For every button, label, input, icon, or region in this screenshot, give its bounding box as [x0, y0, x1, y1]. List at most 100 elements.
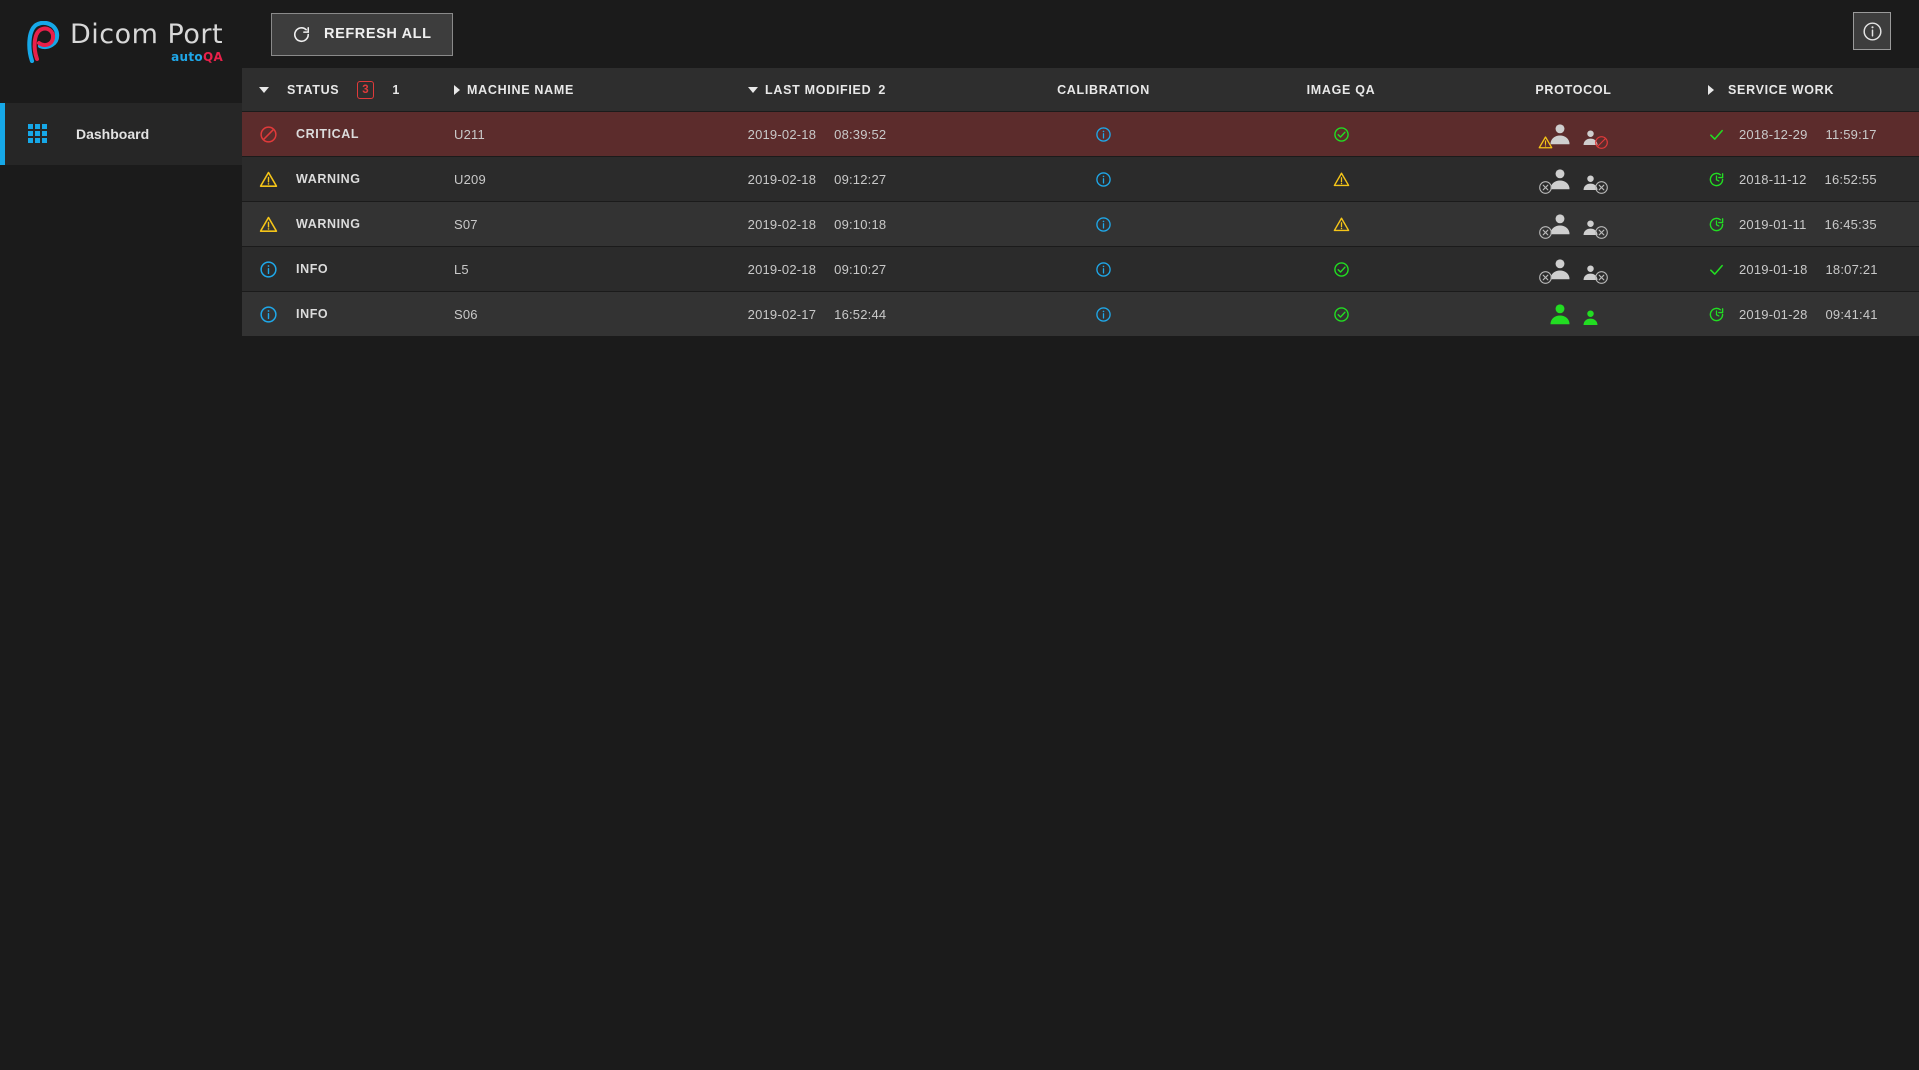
- brand-name: Dicom Port: [70, 18, 224, 50]
- refresh-all-button[interactable]: REFRESH ALL: [271, 12, 453, 56]
- column-header-last-modified-label: LAST MODIFIED: [765, 82, 872, 97]
- caret-right-icon: [454, 84, 460, 95]
- cell-status: WARNING: [242, 202, 447, 246]
- info-circle-icon[interactable]: [1095, 261, 1112, 278]
- table-row[interactable]: INFO S06 2019-02-17 16:52:44 2019-01-28 09:41…: [242, 292, 1919, 337]
- x-circle-icon: [1538, 180, 1553, 195]
- column-header-status-label: STATUS: [287, 82, 340, 97]
- protocol-person-secondary[interactable]: [1581, 263, 1608, 284]
- last-modified-value: 2019-02-18 08:39:52: [748, 127, 887, 142]
- status-label: INFO: [296, 262, 329, 276]
- brand-subtitle: autoQA: [70, 51, 223, 63]
- cell-protocol[interactable]: [1457, 157, 1690, 201]
- column-header-protocol[interactable]: PROTOCOL: [1457, 83, 1690, 97]
- cell-machine-name: L5: [447, 247, 652, 291]
- service-work-time: 11:59:17: [1825, 126, 1877, 142]
- column-header-protocol-label: PROTOCOL: [1535, 82, 1612, 97]
- info-circle-icon[interactable]: [1095, 306, 1112, 323]
- cell-image-qa[interactable]: [1225, 157, 1457, 201]
- cell-calibration[interactable]: [982, 247, 1225, 291]
- cell-status: INFO: [242, 292, 447, 336]
- machine-name-value: U209: [454, 171, 486, 187]
- cell-image-qa[interactable]: [1225, 247, 1457, 291]
- cell-protocol[interactable]: [1457, 202, 1690, 246]
- cell-machine-name: U211: [447, 112, 652, 156]
- cell-image-qa[interactable]: [1225, 202, 1457, 246]
- refresh-icon: [292, 25, 311, 44]
- column-header-calibration-label: CALIBRATION: [1057, 82, 1150, 97]
- check-icon: [1708, 126, 1725, 143]
- check-circle-icon[interactable]: [1333, 126, 1350, 143]
- last-modified-date: 2019-02-18: [747, 126, 817, 142]
- app-root: Dicom Port autoQA Dashboard REFRESH ALL …: [0, 0, 1919, 1070]
- table-row[interactable]: CRITICAL U211 2019-02-18 08:39:52 2018-12-29…: [242, 112, 1919, 157]
- check-circle-icon[interactable]: [1333, 306, 1350, 323]
- service-work-time: 18:07:21: [1825, 261, 1878, 277]
- warning-triangle-icon[interactable]: [1333, 171, 1350, 188]
- info-circle-icon[interactable]: [1095, 216, 1112, 233]
- table-row[interactable]: WARNING S07 2019-02-18 09:10:18 2019-01-11 16…: [242, 202, 1919, 247]
- info-circle-icon[interactable]: [1095, 126, 1112, 143]
- toolbar: REFRESH ALL: [242, 0, 1919, 68]
- grid-apps-icon: [28, 124, 48, 144]
- cell-calibration[interactable]: [982, 202, 1225, 246]
- protocol-person-secondary[interactable]: [1581, 173, 1608, 194]
- column-header-machine-name-label: MACHINE NAME: [467, 82, 575, 97]
- protocol-person-primary[interactable]: [1539, 211, 1573, 239]
- column-header-calibration[interactable]: CALIBRATION: [982, 83, 1225, 97]
- column-header-last-modified[interactable]: LAST MODIFIED 2: [652, 83, 982, 97]
- cell-protocol[interactable]: [1457, 112, 1690, 156]
- table-row[interactable]: INFO L5 2019-02-18 09:10:27 2019-01-18 18:07:…: [242, 247, 1919, 292]
- protocol-icon-group[interactable]: [1539, 166, 1608, 194]
- warning-triangle-icon[interactable]: [1333, 216, 1350, 233]
- column-header-service-work[interactable]: SERVICE WORK: [1690, 83, 1919, 97]
- table-row[interactable]: WARNING U209 2019-02-18 09:12:27 2018-11-12 1…: [242, 157, 1919, 202]
- warning-triangle-icon: [1538, 135, 1553, 150]
- info-button[interactable]: [1853, 12, 1891, 50]
- last-modified-value: 2019-02-17 16:52:44: [748, 307, 887, 322]
- cell-machine-name: S07: [447, 202, 652, 246]
- protocol-icon-group[interactable]: [1539, 211, 1608, 239]
- cell-calibration[interactable]: [982, 157, 1225, 201]
- column-header-status[interactable]: STATUS 3 1: [242, 80, 447, 99]
- cell-calibration[interactable]: [982, 112, 1225, 156]
- check-circle-icon[interactable]: [1333, 261, 1350, 278]
- sidebar: Dicom Port autoQA Dashboard: [0, 0, 242, 1070]
- protocol-icon-group[interactable]: [1539, 256, 1608, 284]
- cell-protocol[interactable]: [1457, 292, 1690, 336]
- service-work-date: 2019-01-11: [1739, 216, 1807, 232]
- cell-image-qa[interactable]: [1225, 292, 1457, 336]
- check-icon: [1708, 261, 1725, 278]
- refresh-all-label: REFRESH ALL: [324, 26, 432, 42]
- protocol-person-primary[interactable]: [1539, 166, 1573, 194]
- protocol-icon-group[interactable]: [1547, 301, 1600, 327]
- sidebar-item-dashboard[interactable]: Dashboard: [0, 103, 242, 165]
- protocol-person-secondary[interactable]: [1581, 128, 1608, 149]
- protocol-person-secondary[interactable]: [1581, 308, 1600, 327]
- status-label: CRITICAL: [296, 127, 360, 141]
- last-modified-time: 16:52:44: [834, 306, 887, 322]
- last-modified-time: 09:10:27: [834, 261, 887, 277]
- service-work-date: 2018-12-29: [1739, 126, 1808, 142]
- info-circle-icon[interactable]: [1095, 171, 1112, 188]
- protocol-person-primary[interactable]: [1539, 256, 1573, 284]
- protocol-icon-group[interactable]: [1538, 121, 1608, 149]
- protocol-person-secondary[interactable]: [1581, 218, 1608, 239]
- cell-calibration[interactable]: [982, 292, 1225, 336]
- column-header-machine-name[interactable]: MACHINE NAME: [447, 83, 652, 97]
- cell-image-qa[interactable]: [1225, 112, 1457, 156]
- block-circle-icon: [259, 125, 278, 144]
- cell-service-work: 2018-11-12 16:52:55: [1690, 157, 1919, 201]
- protocol-person-primary[interactable]: [1538, 121, 1573, 149]
- cell-protocol[interactable]: [1457, 247, 1690, 291]
- service-work-time: 16:45:35: [1824, 216, 1877, 232]
- warning-triangle-icon: [259, 215, 278, 234]
- protocol-person-primary[interactable]: [1547, 301, 1573, 327]
- column-header-image-qa[interactable]: IMAGE QA: [1225, 83, 1457, 97]
- cell-service-work: 2018-12-29 11:59:17: [1690, 112, 1919, 156]
- status-label: WARNING: [296, 217, 361, 231]
- status-filter-badge[interactable]: 3: [357, 80, 375, 99]
- last-modified-value: 2019-02-18 09:10:18: [748, 217, 887, 232]
- cell-service-work: 2019-01-28 09:41:41: [1690, 292, 1919, 336]
- info-circle-icon: [259, 305, 278, 324]
